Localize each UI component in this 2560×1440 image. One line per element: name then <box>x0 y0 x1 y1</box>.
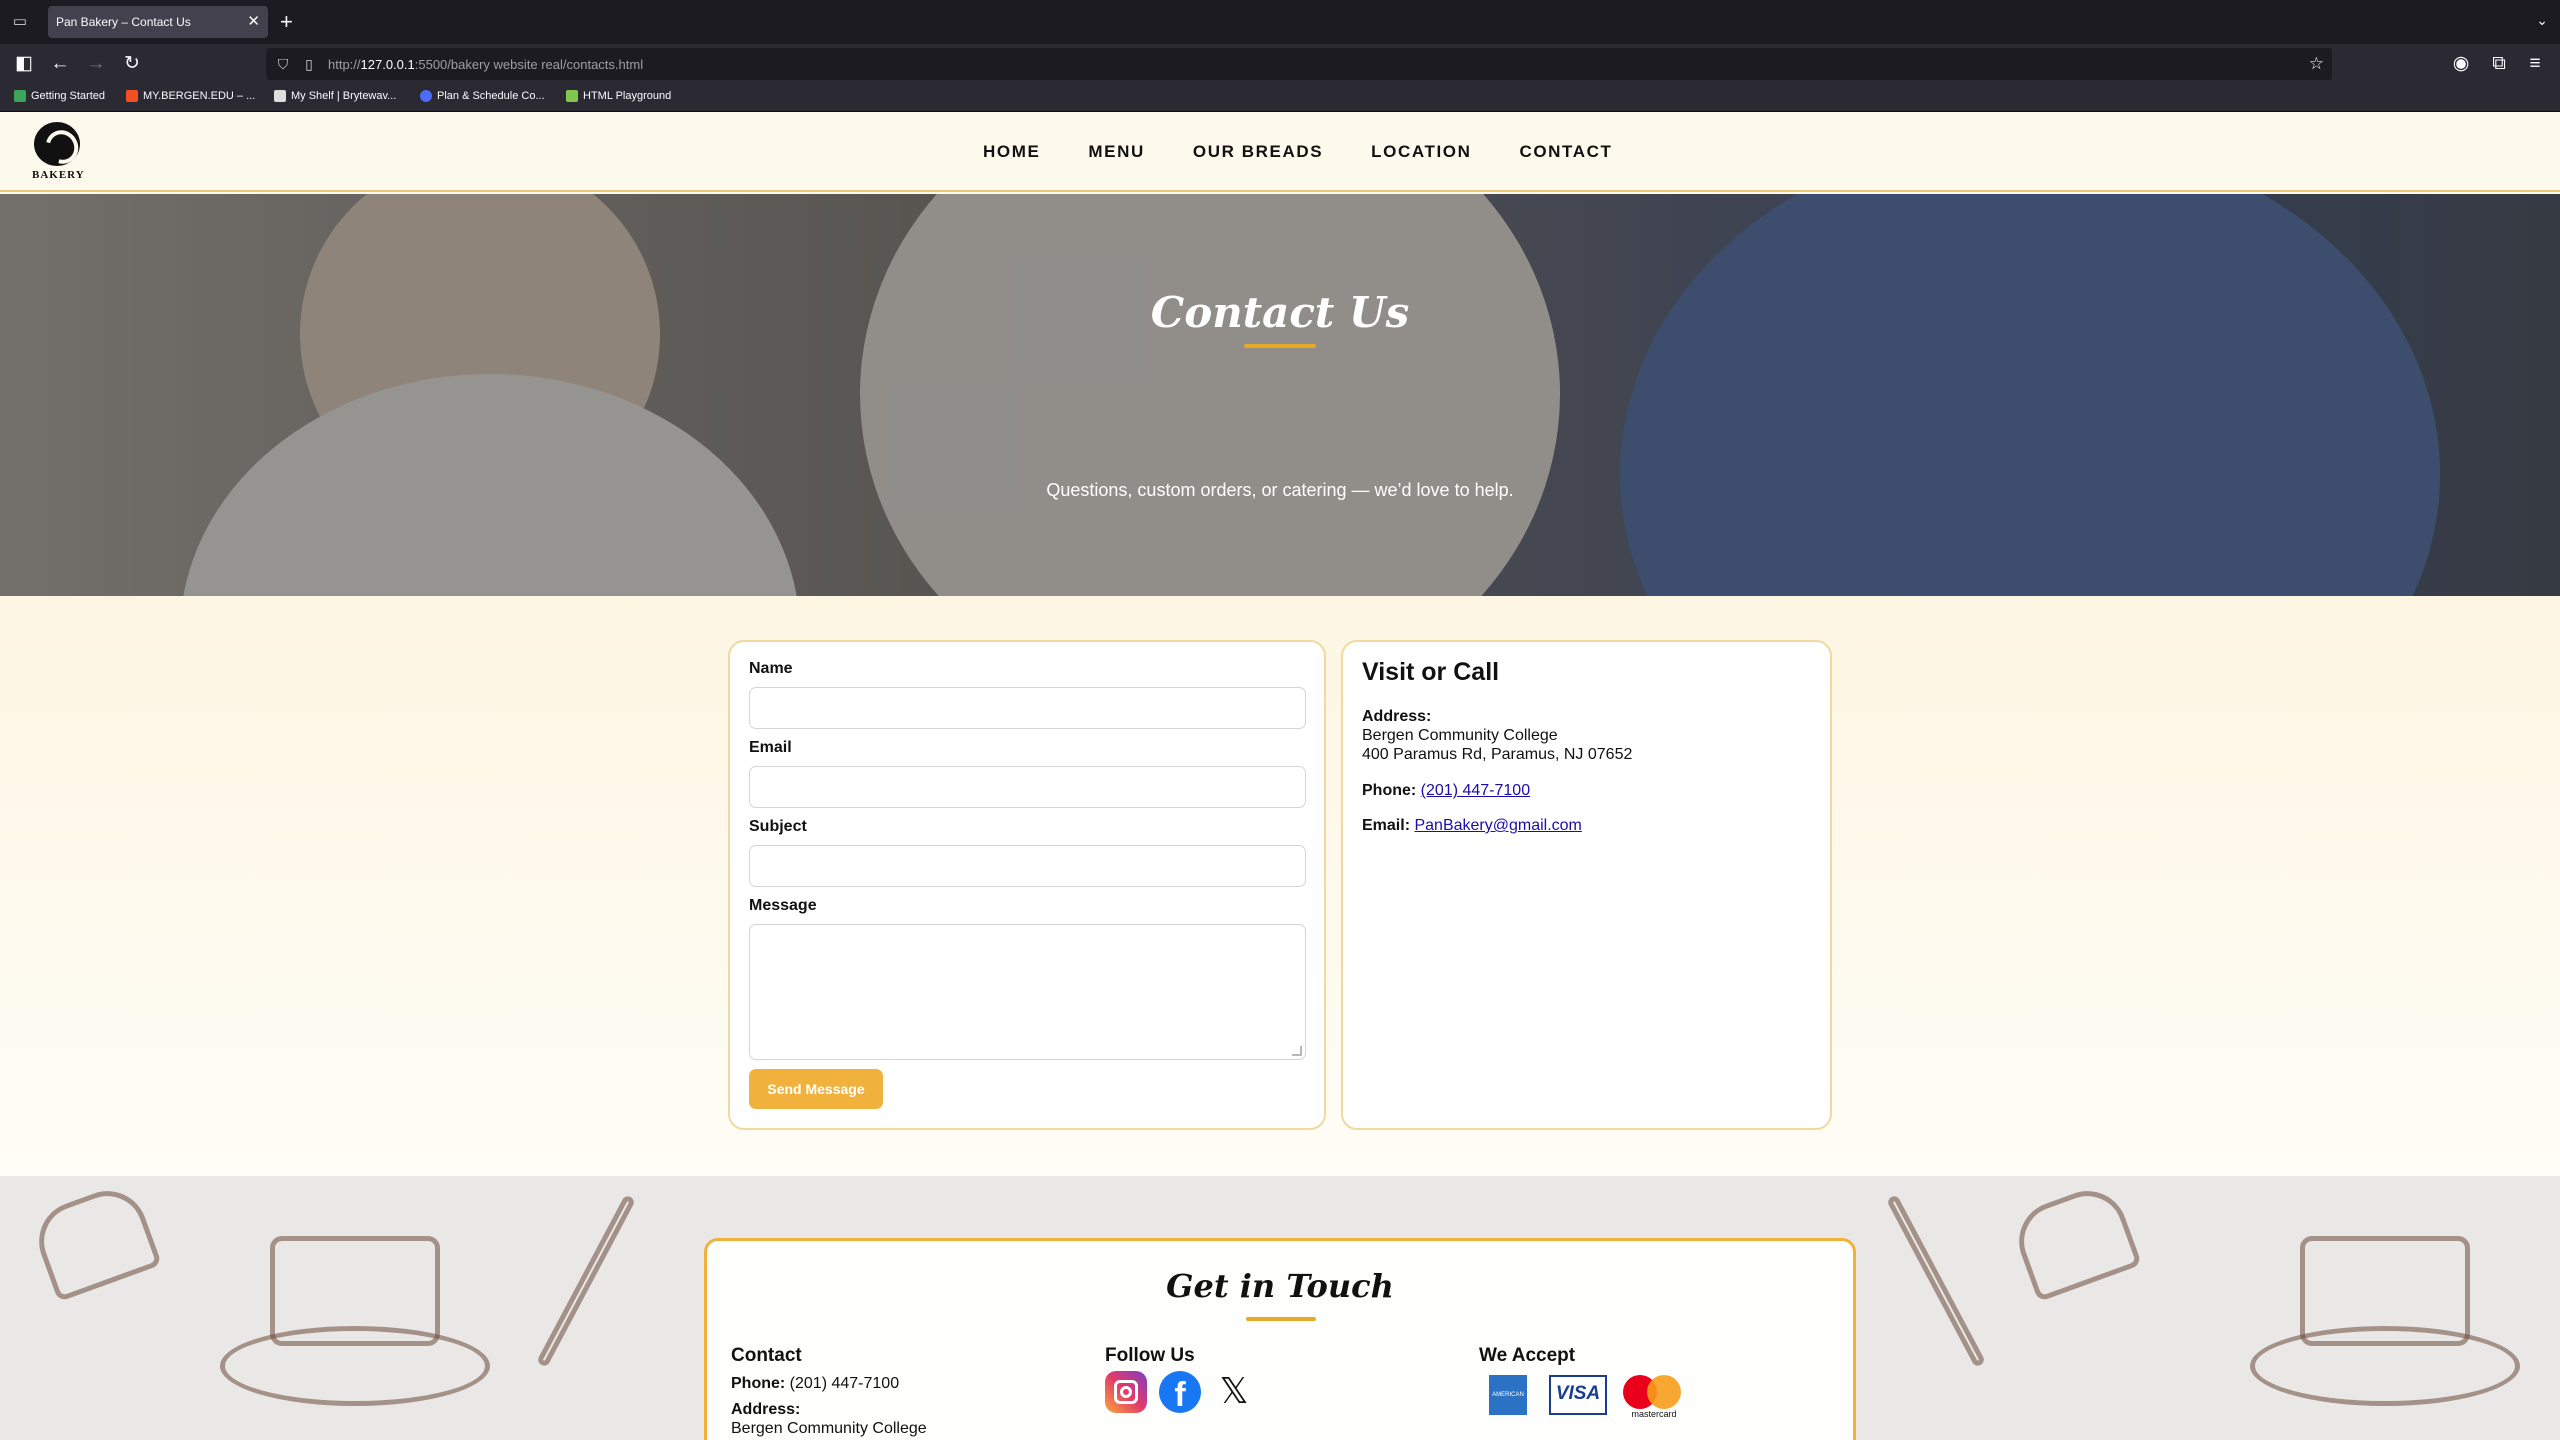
browser-tab-active[interactable]: Pan Bakery – Contact Us ✕ <box>48 6 268 38</box>
bakery-logo[interactable]: BAKERY <box>32 122 85 182</box>
shield-icon[interactable]: ⛉ <box>274 55 292 73</box>
instagram-icon[interactable] <box>1105 1371 1147 1413</box>
resize-handle-icon[interactable] <box>1292 1046 1302 1056</box>
message-label: Message <box>749 897 817 914</box>
page-icon[interactable]: ▯ <box>300 55 318 73</box>
footer-address-label: Address: <box>731 1401 801 1418</box>
account-icon[interactable]: ◉ <box>2449 52 2473 76</box>
name-label: Name <box>749 660 793 677</box>
footer-title: Get in Touch <box>1166 1267 1394 1305</box>
nav-our-breads[interactable]: OUR BREADS <box>1193 142 1323 162</box>
mastercard-orange-circle <box>1647 1375 1681 1409</box>
new-tab-icon[interactable]: + <box>280 10 293 34</box>
mastercard-text: mastercard <box>1631 1409 1677 1419</box>
bookmark-my-shelf[interactable]: My Shelf | Brytewav... <box>274 90 396 102</box>
tab-list-chevron-icon[interactable]: ⌄ <box>2536 12 2548 29</box>
email-row: Email: PanBakery@gmail.com <box>1362 817 1582 835</box>
footer-accept-title: We Accept <box>1479 1345 1576 1366</box>
address-bar[interactable]: ⛉ ▯ http://127.0.0.1:5500/bakery website… <box>266 48 2332 80</box>
browser-toolbar: ◧ ← → ↻ ⛉ ▯ http://127.0.0.1:5500/bakery… <box>0 44 2560 84</box>
subject-label: Subject <box>749 818 807 835</box>
tab-title: Pan Bakery – Contact Us <box>56 15 191 29</box>
reload-icon[interactable]: ↻ <box>120 52 144 76</box>
email-label: Email: <box>1362 817 1411 834</box>
menu-icon[interactable]: ≡ <box>2523 52 2547 76</box>
bookmark-star-icon[interactable]: ☆ <box>2309 54 2324 74</box>
address-line-1: Bergen Community College <box>1362 727 1558 744</box>
amex-card-icon: AMERICAN EXPRESS <box>1489 1375 1527 1438</box>
bookmark-plan-schedule[interactable]: Plan & Schedule Co... <box>420 90 545 102</box>
email-label: Email <box>749 739 792 756</box>
footer-phone-row: Phone: (201) 447-7100 <box>731 1375 899 1393</box>
footer-address-line-1: Bergen Community College <box>731 1420 927 1437</box>
bookmark-html-playground[interactable]: HTML Playground <box>566 90 671 102</box>
logo-text: BAKERY <box>32 169 85 181</box>
email-link[interactable]: PanBakery@gmail.com <box>1414 817 1581 834</box>
hero-banner: Contact Us Questions, custom orders, or … <box>0 194 2560 596</box>
bread-doodle-icon <box>27 1179 163 1303</box>
footer-phone: (201) 447-7100 <box>789 1375 900 1392</box>
visa-card-icon: VISA <box>1549 1375 1607 1415</box>
phone-link[interactable]: (201) 447-7100 <box>1421 782 1530 799</box>
footer-contact-title: Contact <box>731 1345 802 1366</box>
footer-follow-title: Follow Us <box>1105 1345 1195 1366</box>
phone-label: Phone: <box>1362 782 1417 799</box>
send-message-button[interactable]: Send Message <box>749 1069 883 1109</box>
nav-menu[interactable]: MENU <box>1088 142 1144 162</box>
x-icon[interactable]: 𝕏 <box>1213 1371 1255 1413</box>
footer-title-underline <box>1246 1317 1316 1321</box>
bookmarks-bar: Getting Started MY.BERGEN.EDU – ... My S… <box>0 84 2560 112</box>
mastercard-icon: mastercard <box>1623 1375 1685 1419</box>
subject-input[interactable] <box>749 845 1306 887</box>
title-underline <box>1244 344 1316 348</box>
hero-subtitle: Questions, custom orders, or catering — … <box>1046 480 1514 500</box>
plate-doodle-icon <box>2250 1326 2520 1406</box>
main-nav: HOME MENU OUR BREADS LOCATION CONTACT <box>983 142 1613 162</box>
bookmark-favicon-icon <box>126 90 138 102</box>
message-textarea[interactable] <box>749 924 1306 1060</box>
email-input[interactable] <box>749 766 1306 808</box>
name-input[interactable] <box>749 687 1306 729</box>
extensions-icon[interactable]: ⧉ <box>2487 52 2511 76</box>
bread-doodle-icon <box>2007 1179 2143 1303</box>
page-title: Contact Us <box>1150 288 1410 337</box>
bookmark-favicon-icon <box>420 90 432 102</box>
nav-home[interactable]: HOME <box>983 142 1040 162</box>
info-title: Visit or Call <box>1362 658 1500 686</box>
address-line-2: 400 Paramus Rd, Paramus, NJ 07652 <box>1362 746 1633 763</box>
bookmark-favicon-icon <box>14 90 26 102</box>
back-icon[interactable]: ← <box>48 52 72 76</box>
contact-form: Name Email Subject Message Send Message <box>728 640 1326 1130</box>
footer-phone-label: Phone: <box>731 1375 786 1392</box>
sidebar-toggle-icon[interactable]: ◧ <box>12 52 36 76</box>
forward-icon[interactable]: → <box>84 52 108 76</box>
wheat-doodle-icon <box>536 1194 636 1368</box>
bookmark-favicon-icon <box>274 90 286 102</box>
phone-row: Phone: (201) 447-7100 <box>1362 782 1530 800</box>
wheat-doodle-icon <box>1886 1194 1986 1368</box>
address-label: Address: <box>1362 708 1432 725</box>
facebook-icon[interactable]: f <box>1159 1371 1201 1413</box>
nav-contact[interactable]: CONTACT <box>1519 142 1612 162</box>
hero-overlay <box>0 194 2560 596</box>
browser-tab-bar: ▭ Pan Bakery – Contact Us ✕ + ⌄ <box>0 0 2560 44</box>
nav-location[interactable]: LOCATION <box>1371 142 1471 162</box>
site-footer: Get in Touch Contact Phone: (201) 447-71… <box>0 1176 2560 1440</box>
plate-doodle-icon <box>220 1326 490 1406</box>
visit-or-call-card: Visit or Call Address: Bergen Community … <box>1341 640 1832 1130</box>
tab-overview-icon[interactable]: ▭ <box>10 12 30 32</box>
bakery-logo-icon <box>34 122 80 166</box>
bookmark-favicon-icon <box>566 90 578 102</box>
url-text[interactable]: http://127.0.0.1:5500/bakery website rea… <box>328 57 643 72</box>
contact-section: Name Email Subject Message Send Message … <box>0 596 2560 1176</box>
bookmark-getting-started[interactable]: Getting Started <box>14 90 105 102</box>
site-header: BAKERY HOME MENU OUR BREADS LOCATION CON… <box>0 112 2560 192</box>
bookmark-my-bergen[interactable]: MY.BERGEN.EDU – ... <box>126 90 255 102</box>
get-in-touch-card: Get in Touch Contact Phone: (201) 447-71… <box>704 1238 1856 1440</box>
close-tab-icon[interactable]: ✕ <box>247 12 260 32</box>
